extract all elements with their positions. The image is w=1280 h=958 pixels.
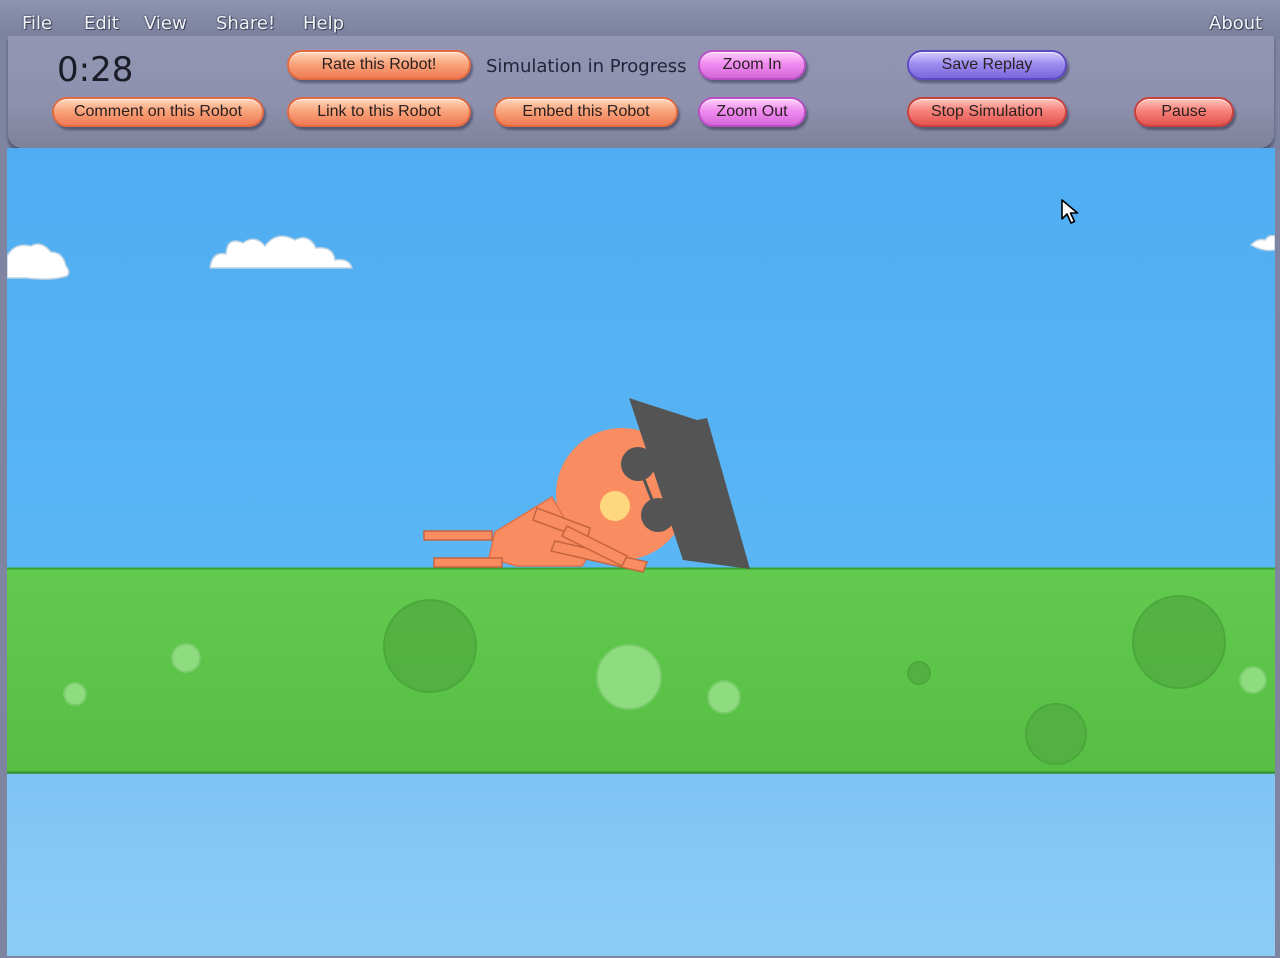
bubble <box>1239 666 1267 694</box>
robot-foot <box>423 530 493 541</box>
link-button[interactable]: Link to this Robot <box>287 97 471 127</box>
bubble <box>1132 595 1226 689</box>
menu-about[interactable]: About <box>1209 12 1262 36</box>
bubble <box>1025 703 1087 765</box>
bubble <box>63 682 87 706</box>
menu-edit[interactable]: Edit <box>84 12 119 36</box>
stop-simulation-button[interactable]: Stop Simulation <box>907 97 1067 127</box>
menu-share[interactable]: Share! <box>216 12 275 36</box>
simulation-status: Simulation in Progress <box>486 56 687 77</box>
embed-button[interactable]: Embed this Robot <box>494 97 678 127</box>
bubble <box>596 644 662 710</box>
control-panel <box>8 36 1274 148</box>
robot-joint <box>621 447 655 481</box>
comment-button[interactable]: Comment on this Robot <box>52 97 264 127</box>
menu-view[interactable]: View <box>144 12 187 36</box>
menu-bar: File Edit View Share! Help About <box>0 0 1280 38</box>
pause-button[interactable]: Pause <box>1134 97 1234 127</box>
zoom-out-button[interactable]: Zoom Out <box>698 97 806 127</box>
menu-file[interactable]: File <box>22 12 52 36</box>
rate-button[interactable]: Rate this Robot! <box>287 50 471 80</box>
menu-help[interactable]: Help <box>303 12 344 36</box>
water <box>7 774 1275 956</box>
simulation-timer: 0:28 <box>57 50 134 90</box>
bubble <box>383 599 477 693</box>
zoom-in-button[interactable]: Zoom In <box>698 50 806 80</box>
bubble <box>707 680 741 714</box>
save-replay-button[interactable]: Save Replay <box>907 50 1067 80</box>
robot-joint <box>641 498 675 532</box>
bubble <box>907 661 931 685</box>
robot-foot <box>433 557 503 568</box>
robot-sensor <box>600 491 630 521</box>
simulation-scene <box>7 148 1275 956</box>
mouse-pointer-icon <box>1061 199 1079 224</box>
bubble <box>171 643 201 673</box>
simulation-canvas[interactable] <box>7 148 1275 956</box>
